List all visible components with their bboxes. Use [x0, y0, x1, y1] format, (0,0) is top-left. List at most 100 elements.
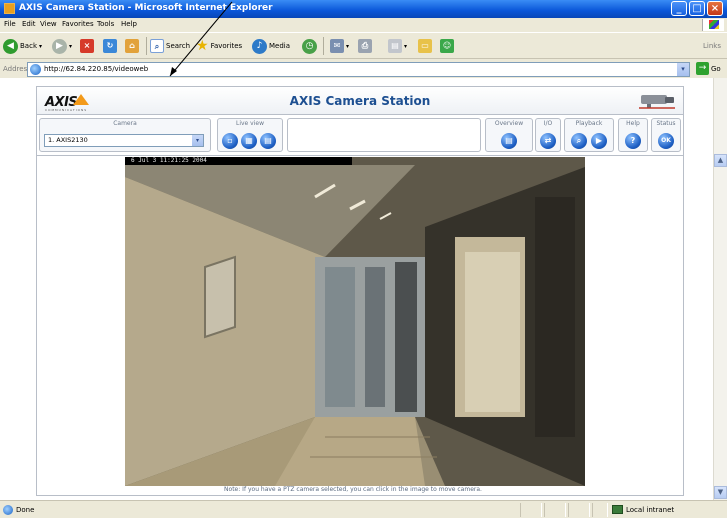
- scroll-down-button[interactable]: ▼: [714, 486, 727, 499]
- status-group: Status OK: [651, 118, 681, 152]
- axis-logo-tagline: COMMUNICATIONS: [45, 108, 88, 112]
- status-text: Done: [16, 506, 35, 514]
- close-button[interactable]: ×: [707, 1, 723, 16]
- toolbar-separator: [323, 37, 324, 55]
- address-input[interactable]: http://62.84.220.85/videoweb ▾: [27, 62, 690, 77]
- playback-play-button[interactable]: ▶: [591, 133, 607, 149]
- media-button[interactable]: ♪ Media: [252, 37, 290, 55]
- ptz-note: Note: If you have a PTZ camera selected,…: [224, 486, 482, 493]
- ie-page-icon: [3, 505, 13, 515]
- video-timestamp: 6 Jul 3 11:21:25 2004: [125, 157, 352, 165]
- chevron-down-icon: ▾: [404, 42, 408, 50]
- folder-icon: ▭: [418, 39, 432, 53]
- stop-icon: ×: [80, 39, 94, 53]
- status-pane: [568, 503, 590, 517]
- overview-group: Overview ▤: [485, 118, 533, 152]
- status-ok-button[interactable]: OK: [658, 133, 674, 149]
- camera-group-label: Camera: [113, 120, 137, 127]
- history-button[interactable]: ◷: [302, 37, 317, 55]
- liveview-group-label: Live view: [236, 120, 264, 127]
- home-button[interactable]: ⌂: [125, 37, 139, 55]
- search-button[interactable]: ⌕ Search: [150, 37, 190, 55]
- help-label: Help: [626, 120, 640, 127]
- chevron-down-icon: ▾: [69, 42, 73, 50]
- home-icon: ⌂: [125, 39, 139, 53]
- status-label: Status: [656, 120, 676, 127]
- refresh-icon: ↻: [103, 39, 117, 53]
- app-title: AXIS Camera Station: [289, 94, 431, 108]
- toolbar: ◀ Back ▾ ▶ ▾ × ↻ ⌂ ⌕ Search ★ Favorites …: [0, 32, 727, 58]
- menu-tools[interactable]: Tools: [97, 20, 114, 28]
- forward-arrow-icon: ▶: [52, 38, 67, 54]
- control-bar: Camera 1. AXIS2130 ▾ Live view ▫ ▦ ▤ Ove…: [37, 116, 683, 156]
- edit-button[interactable]: ▤ ▾: [388, 37, 407, 55]
- status-pane: [544, 503, 566, 517]
- app-header: AXIS Camera Station AXIS COMMUNICATIONS: [37, 87, 683, 115]
- zone-label: Local intranet: [626, 505, 675, 514]
- menu-file[interactable]: File: [4, 20, 16, 28]
- media-label: Media: [269, 42, 291, 50]
- menu-favorites[interactable]: Favorites: [62, 20, 94, 28]
- print-icon: ⎙: [358, 39, 372, 53]
- chevron-down-icon[interactable]: ▾: [192, 135, 203, 146]
- minimize-button[interactable]: _: [671, 1, 687, 16]
- camera-select[interactable]: 1. AXIS2130 ▾: [44, 134, 204, 147]
- io-group: I/O ⇄: [535, 118, 561, 152]
- camera-select-value: 1. AXIS2130: [48, 136, 88, 144]
- back-arrow-icon: ◀: [3, 38, 18, 54]
- back-button[interactable]: ◀ Back ▾: [3, 37, 42, 55]
- search-label: Search: [166, 42, 191, 50]
- page-scrollbar[interactable]: ▲ ▼: [713, 78, 727, 500]
- go-button[interactable]: → Go: [696, 62, 721, 75]
- address-url[interactable]: http://62.84.220.85/videoweb: [44, 65, 148, 73]
- liveview-multi-button[interactable]: ▤: [260, 133, 276, 149]
- ie-page-icon: [30, 64, 41, 75]
- status-pane: [592, 503, 608, 517]
- history-icon: ◷: [302, 38, 317, 54]
- menu-view[interactable]: View: [40, 20, 57, 28]
- windows-logo-icon: [702, 19, 724, 31]
- chevron-down-icon: ▾: [346, 42, 350, 50]
- intranet-icon: [612, 505, 623, 514]
- spacer-panel: [287, 118, 481, 152]
- camera-illustration-icon: [639, 95, 675, 109]
- help-button[interactable]: ?: [625, 133, 641, 149]
- corridor-image: [125, 157, 585, 486]
- liveview-single-button[interactable]: ▫: [222, 133, 238, 149]
- refresh-button[interactable]: ↻: [103, 37, 117, 55]
- messenger-button[interactable]: ☺: [440, 37, 454, 55]
- security-zone: Local intranet: [612, 505, 674, 514]
- axis-logo-triangle: [73, 94, 89, 105]
- app-icon: [4, 3, 15, 14]
- links-label[interactable]: Links: [703, 42, 721, 50]
- media-icon: ♪: [252, 38, 267, 54]
- mail-button[interactable]: ✉ ▾: [330, 37, 349, 55]
- stop-button[interactable]: ×: [80, 37, 94, 55]
- window-title: AXIS Camera Station - Microsoft Internet…: [19, 3, 273, 13]
- playback-label: Playback: [575, 120, 603, 127]
- address-bar: Address http://62.84.220.85/videoweb ▾ →…: [0, 58, 727, 78]
- folder-button[interactable]: ▭: [418, 37, 432, 55]
- chevron-down-icon[interactable]: ▾: [677, 63, 689, 76]
- liveview-quad-button[interactable]: ▦: [241, 133, 257, 149]
- liveview-group: Live view ▫ ▦ ▤: [217, 118, 283, 152]
- io-button[interactable]: ⇄: [540, 133, 556, 149]
- print-button[interactable]: ⎙: [358, 37, 372, 55]
- maximize-button[interactable]: □: [689, 1, 705, 16]
- go-arrow-icon: →: [696, 62, 709, 75]
- help-group: Help ?: [618, 118, 648, 152]
- status-done: Done: [3, 505, 34, 515]
- menu-edit[interactable]: Edit: [22, 20, 36, 28]
- playback-search-button[interactable]: ⌕: [571, 133, 587, 149]
- favorites-button[interactable]: ★ Favorites: [196, 37, 242, 55]
- scroll-up-button[interactable]: ▲: [714, 154, 727, 167]
- overview-button[interactable]: ▤: [501, 133, 517, 149]
- go-label: Go: [711, 64, 721, 73]
- menu-help[interactable]: Help: [121, 20, 137, 28]
- forward-button[interactable]: ▶ ▾: [52, 37, 72, 55]
- chevron-down-icon: ▾: [39, 42, 43, 50]
- edit-icon: ▤: [388, 39, 402, 53]
- camera-group: Camera 1. AXIS2130 ▾: [39, 118, 211, 152]
- camera-video-feed[interactable]: 6 Jul 3 11:21:25 2004: [125, 157, 585, 486]
- overview-label: Overview: [494, 120, 524, 127]
